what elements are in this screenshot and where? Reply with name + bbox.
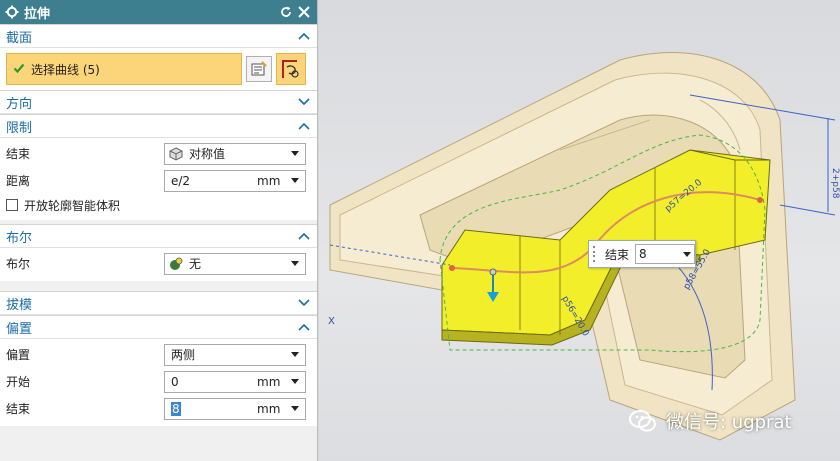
close-icon[interactable] [295, 3, 313, 21]
section-profile-title: 截面 [6, 30, 33, 46]
checkbox-box[interactable] [6, 199, 18, 211]
chevron-down-icon[interactable] [289, 403, 301, 415]
boolean-none-icon [169, 257, 183, 271]
cube-icon [169, 146, 183, 161]
chevron-down-icon [289, 349, 301, 361]
float-end-combo[interactable]: 8 [635, 244, 695, 264]
watermark-text: 微信号: ugprat [666, 412, 792, 433]
section-draft-title: 拔模 [6, 297, 33, 313]
section-boolean-header[interactable]: 布尔 [0, 224, 317, 248]
float-end-label: 结束 [605, 247, 630, 262]
reset-icon[interactable] [277, 3, 295, 21]
boolean-select[interactable]: 无 [164, 252, 306, 275]
end-type-value: 对称值 [189, 147, 226, 161]
offset-start-input[interactable]: 0 mm [164, 370, 306, 393]
chevron-up-icon [297, 29, 311, 43]
chevron-down-icon[interactable] [289, 376, 301, 388]
offset-end-value: 8 [169, 401, 257, 416]
offset-start-value: 0 [171, 374, 179, 389]
model-view: p57=20.0 p56=20.0 p58=55.0 2+p58 X [328, 52, 840, 441]
distance-label: 距离 [6, 174, 31, 188]
section-draft-header[interactable]: 拔模 [0, 291, 317, 315]
section-profile-body: 选择曲线 (5) [0, 48, 317, 90]
onscreen-end-input[interactable]: 结束 8 [588, 240, 696, 268]
sketch-section-button[interactable] [276, 53, 306, 85]
wechat-icon [628, 408, 658, 434]
section-direction-header[interactable]: 方向 [0, 90, 317, 114]
offset-end-selected-text: 8 [171, 401, 181, 416]
offset-value: 两侧 [171, 348, 196, 362]
float-end-value: 8 [639, 247, 647, 261]
section-direction-title: 方向 [6, 96, 33, 112]
offset-start-unit: mm [257, 374, 281, 389]
section-limits-header[interactable]: 限制 [0, 114, 317, 138]
curve-rule-button[interactable] [246, 56, 272, 82]
axis-x-label: X [328, 316, 335, 327]
boolean-value: 无 [189, 257, 202, 271]
chevron-up-icon [297, 320, 311, 334]
end-type-select[interactable]: 对称值 [164, 142, 306, 165]
offset-end-label: 结束 [6, 402, 31, 416]
grip-handle-icon[interactable] [593, 246, 599, 262]
chevron-down-icon [297, 95, 311, 109]
graphics-viewport[interactable]: p57=20.0 p56=20.0 p58=55.0 2+p58 X [319, 0, 840, 461]
chevron-down-icon[interactable] [289, 175, 301, 187]
chevron-up-icon [297, 229, 311, 243]
chevron-down-icon [289, 148, 301, 160]
section-limits-body: 结束 对称值 距离 e/2 mm 开放轮廓智能体积 [0, 138, 317, 220]
dialog-title: 拉伸 [24, 6, 51, 22]
distance-value: e/2 [171, 173, 191, 188]
open-profile-checkbox[interactable]: 开放轮廓智能体积 [6, 194, 311, 216]
offset-select[interactable]: 两侧 [164, 343, 306, 366]
offset-start-label: 开始 [6, 375, 31, 389]
boolean-label: 布尔 [6, 257, 31, 271]
chevron-up-icon [297, 119, 311, 133]
distance-unit: mm [257, 173, 281, 188]
chevron-down-icon [297, 296, 311, 310]
section-offset-header[interactable]: 偏置 [0, 315, 317, 339]
section-offset-body: 偏置 两侧 开始 0 mm 结束 8 mm [0, 339, 317, 426]
select-curve-label: 选择曲线 (5) [31, 62, 100, 77]
chevron-down-icon [289, 258, 301, 270]
extrude-dialog: 拉伸 截面 选择曲线 (5) 方向 限制 结束 对称值 距离 e/2 mm 开放… [0, 0, 318, 461]
section-limits-title: 限制 [6, 120, 33, 136]
open-profile-label: 开放轮廓智能体积 [24, 198, 121, 213]
gear-icon[interactable] [4, 4, 20, 20]
section-boolean-title: 布尔 [6, 230, 33, 246]
section-boolean-body: 布尔 无 [0, 248, 317, 281]
dialog-titlebar: 拉伸 [0, 0, 317, 24]
offset-end-unit: mm [257, 401, 281, 416]
section-offset-title: 偏置 [6, 321, 33, 337]
check-icon [13, 62, 25, 77]
dim-side-text: 2+p58 [830, 168, 840, 199]
select-curve-field[interactable]: 选择曲线 (5) [6, 53, 242, 85]
end-label: 结束 [6, 147, 31, 161]
offset-label: 偏置 [6, 348, 31, 362]
section-profile-header[interactable]: 截面 [0, 24, 317, 48]
offset-end-input[interactable]: 8 mm [164, 397, 306, 420]
distance-input[interactable]: e/2 mm [164, 169, 306, 192]
watermark: 微信号: ugprat [628, 406, 792, 436]
chevron-down-icon [683, 251, 691, 257]
